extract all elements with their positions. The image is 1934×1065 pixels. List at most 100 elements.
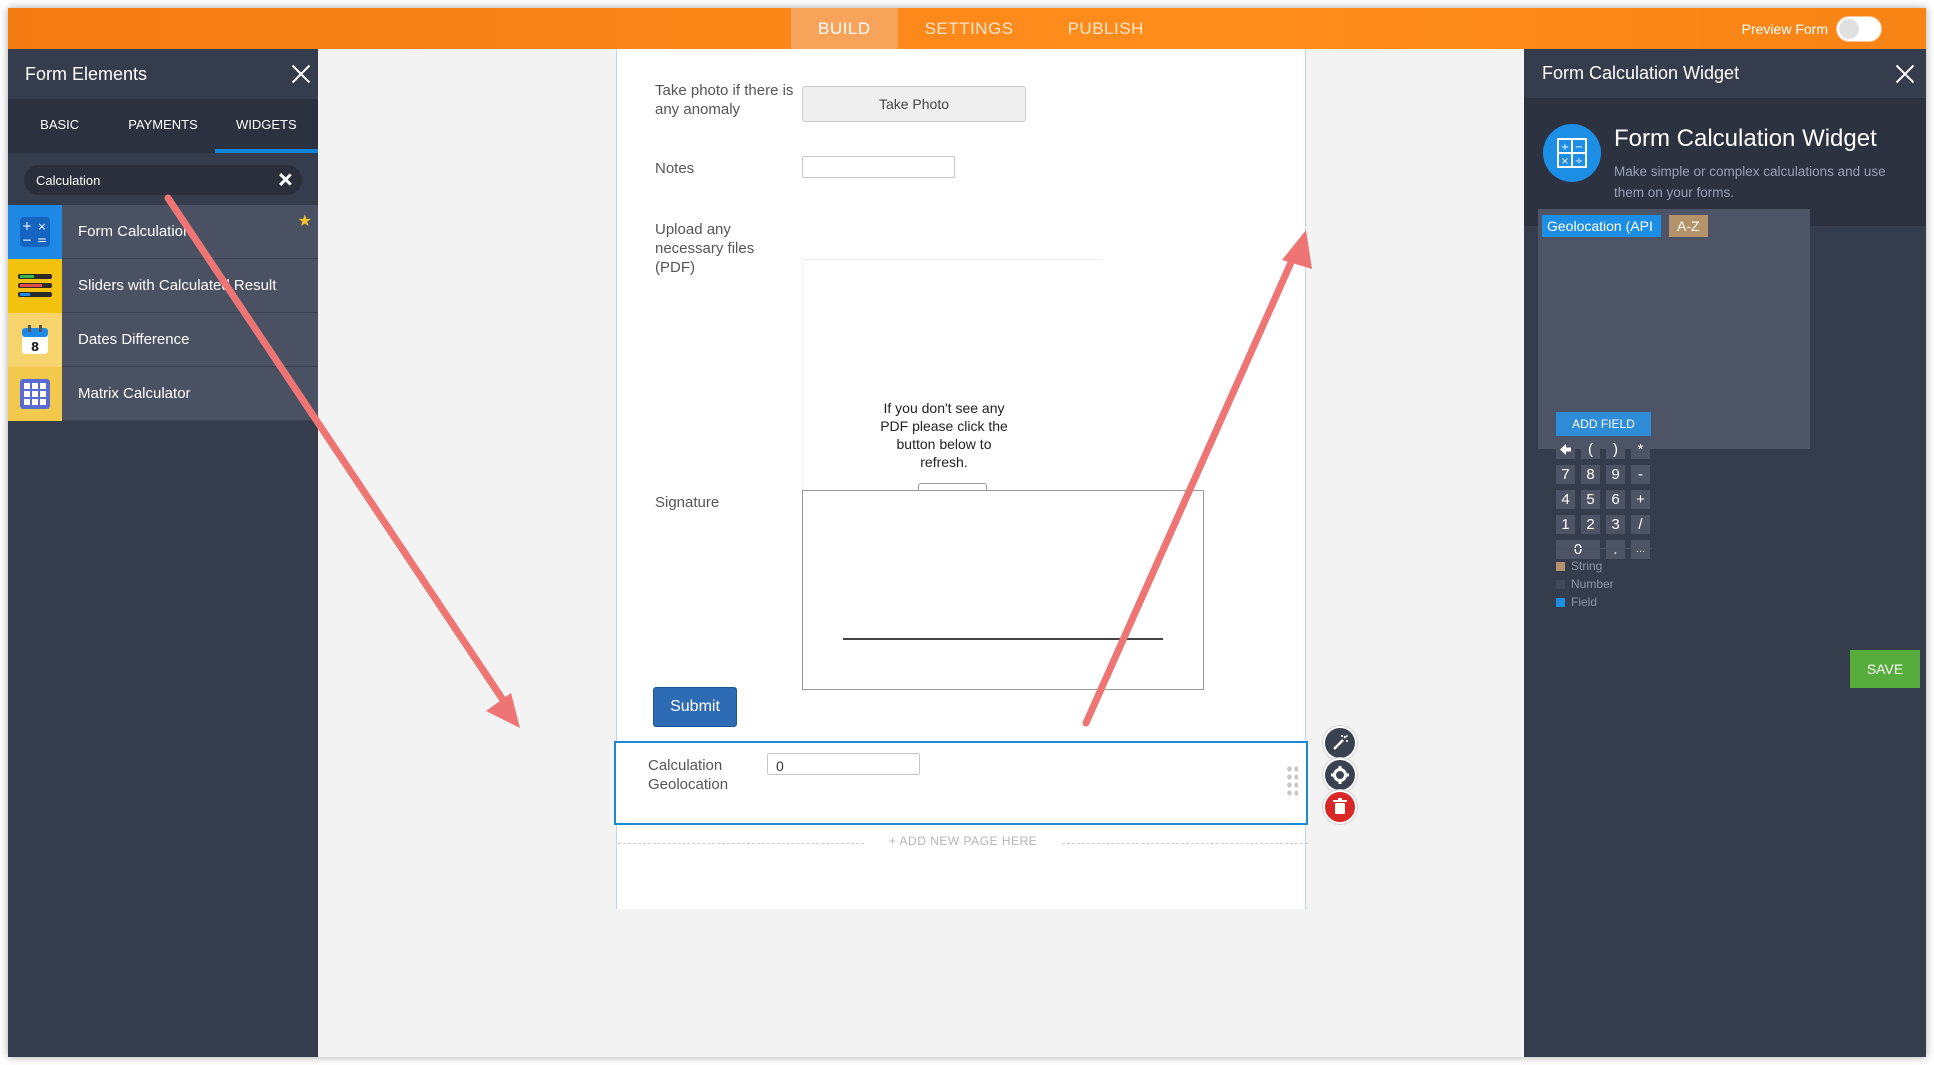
- widget-title: Form Calculation Widget: [1614, 125, 1877, 152]
- keypad: ( ) * 7 8 9 - 4 5 6 + 1 2 3 / 0 . ...: [1556, 440, 1652, 565]
- legend-field: Field: [1556, 595, 1597, 609]
- divider: [618, 843, 864, 844]
- key-multiply[interactable]: *: [1631, 440, 1650, 459]
- photo-label: Take photo if there is any anomaly: [655, 82, 794, 118]
- key-decimal[interactable]: .: [1606, 540, 1625, 559]
- key-0[interactable]: 0: [1556, 540, 1600, 559]
- widget-item-dates-difference[interactable]: 8 Dates Difference: [8, 312, 318, 367]
- tab-build[interactable]: BUILD: [791, 8, 898, 49]
- svg-text:×: ×: [37, 220, 46, 233]
- settings-button[interactable]: [1323, 758, 1357, 792]
- legend-swatch: [1556, 579, 1565, 589]
- widget-info: + − × ÷ Form Calculation Widget Make simple…: [1524, 99, 1926, 226]
- key-3[interactable]: 3: [1606, 515, 1625, 534]
- field-chip[interactable]: Geolocation (API: [1542, 215, 1661, 237]
- save-button[interactable]: SAVE: [1850, 650, 1920, 688]
- calendar-icon: 8: [8, 312, 62, 367]
- tab-basic[interactable]: BASIC: [8, 99, 111, 153]
- upload-label: Upload any necessary files (PDF): [655, 221, 755, 276]
- add-field-button[interactable]: ADD FIELD: [1556, 412, 1651, 436]
- legend-label: Number: [1571, 577, 1614, 591]
- legend-label: String: [1571, 559, 1603, 573]
- key-plus[interactable]: +: [1631, 490, 1650, 509]
- tab-settings[interactable]: SETTINGS: [898, 8, 1041, 49]
- sliders-icon: [8, 258, 62, 313]
- form-elements-header: Form Elements: [8, 49, 318, 99]
- calculation-input[interactable]: 0: [767, 753, 920, 775]
- star-icon[interactable]: ★: [298, 211, 312, 231]
- clear-search-icon[interactable]: [279, 173, 292, 186]
- form-canvas: Take photo if there is any anomaly Take …: [318, 49, 1524, 1057]
- calculator-icon: + − × ÷: [1543, 124, 1601, 182]
- calculation-field-row[interactable]: Calculation Geolocation 0: [614, 741, 1308, 825]
- take-photo-button[interactable]: Take Photo: [802, 86, 1026, 122]
- legend-number: Number: [1556, 577, 1614, 591]
- svg-text:−: −: [22, 233, 32, 247]
- tab-payments[interactable]: PAYMENTS: [111, 99, 214, 153]
- key-close-paren[interactable]: ): [1606, 440, 1625, 459]
- svg-text:×: ×: [1561, 156, 1569, 167]
- divider: [1556, 548, 1652, 549]
- widget-item-label: Dates Difference: [78, 331, 190, 348]
- widget-item-matrix-calculator[interactable]: Matrix Calculator: [8, 366, 318, 421]
- submit-button[interactable]: Submit: [653, 687, 737, 727]
- delete-button[interactable]: [1323, 790, 1357, 824]
- signature-line: [843, 638, 1163, 640]
- notes-input[interactable]: [802, 156, 955, 178]
- tab-widgets[interactable]: WIDGETS: [214, 99, 318, 153]
- key-1[interactable]: 1: [1556, 515, 1575, 534]
- widget-item-label: Sliders with Calculated Result: [78, 277, 277, 294]
- preview-form-control: Preview Form: [1742, 8, 1882, 49]
- az-chip[interactable]: A-Z: [1669, 215, 1708, 237]
- svg-text:+: +: [22, 219, 32, 233]
- app-window: BUILD SETTINGS PUBLISH Preview Form Form…: [8, 8, 1926, 1057]
- toggle-knob: [1839, 18, 1859, 39]
- widget-item-sliders[interactable]: Sliders with Calculated Result: [8, 258, 318, 313]
- close-icon[interactable]: [290, 63, 312, 85]
- tab-publish[interactable]: PUBLISH: [1041, 8, 1171, 49]
- preview-form-toggle[interactable]: [1836, 15, 1882, 42]
- gear-icon: [1331, 766, 1349, 784]
- widget-item-label: Matrix Calculator: [78, 385, 191, 402]
- magic-wand-icon: [1333, 735, 1348, 750]
- key-7[interactable]: 7: [1556, 465, 1575, 484]
- element-tabs: BASIC PAYMENTS WIDGETS: [8, 99, 318, 153]
- signature-label: Signature: [655, 494, 720, 511]
- svg-text:+: +: [1561, 142, 1569, 153]
- key-divide[interactable]: /: [1631, 515, 1650, 534]
- trash-icon: [1333, 798, 1347, 814]
- close-icon[interactable]: [1894, 63, 1916, 85]
- widget-settings-panel: Form Calculation Widget + − × ÷ Form Calcul…: [1524, 49, 1926, 1057]
- drag-handle-icon[interactable]: [1286, 765, 1298, 799]
- legend-swatch: [1556, 597, 1565, 607]
- widget-description: Make simple or complex calculations and …: [1614, 164, 1886, 200]
- widget-item-form-calculation[interactable]: + × − = Form Calculation ★: [8, 204, 318, 259]
- key-6[interactable]: 6: [1606, 490, 1625, 509]
- svg-text:−: −: [1575, 142, 1583, 153]
- widget-settings-title: Form Calculation Widget: [1542, 63, 1740, 83]
- widget-search[interactable]: Calculation: [24, 165, 302, 195]
- arrow-left-icon: [1560, 444, 1571, 455]
- legend-string: String: [1556, 559, 1602, 573]
- svg-text:8: 8: [31, 340, 39, 354]
- wand-button[interactable]: [1323, 726, 1357, 760]
- add-page-label[interactable]: + ADD NEW PAGE HERE: [889, 834, 1037, 848]
- key-backspace[interactable]: [1556, 440, 1575, 459]
- key-minus[interactable]: -: [1631, 465, 1650, 484]
- upload-message: If you don't see any PDF please click th…: [880, 400, 1008, 470]
- widget-settings-header: Form Calculation Widget: [1524, 49, 1926, 99]
- notes-label: Notes: [655, 160, 695, 177]
- key-8[interactable]: 8: [1581, 465, 1600, 484]
- key-4[interactable]: 4: [1556, 490, 1575, 509]
- grid-icon: [8, 366, 62, 421]
- search-input[interactable]: Calculation: [36, 173, 100, 188]
- key-5[interactable]: 5: [1581, 490, 1600, 509]
- key-2[interactable]: 2: [1581, 515, 1600, 534]
- calculation-label: Calculation Geolocation: [648, 757, 729, 793]
- key-9[interactable]: 9: [1606, 465, 1625, 484]
- add-new-page[interactable]: + ADD NEW PAGE HERE: [618, 834, 1308, 854]
- key-open-paren[interactable]: (: [1581, 440, 1600, 459]
- key-more[interactable]: ...: [1631, 540, 1650, 559]
- signature-pad[interactable]: [802, 490, 1204, 690]
- svg-text:÷: ÷: [1575, 156, 1583, 167]
